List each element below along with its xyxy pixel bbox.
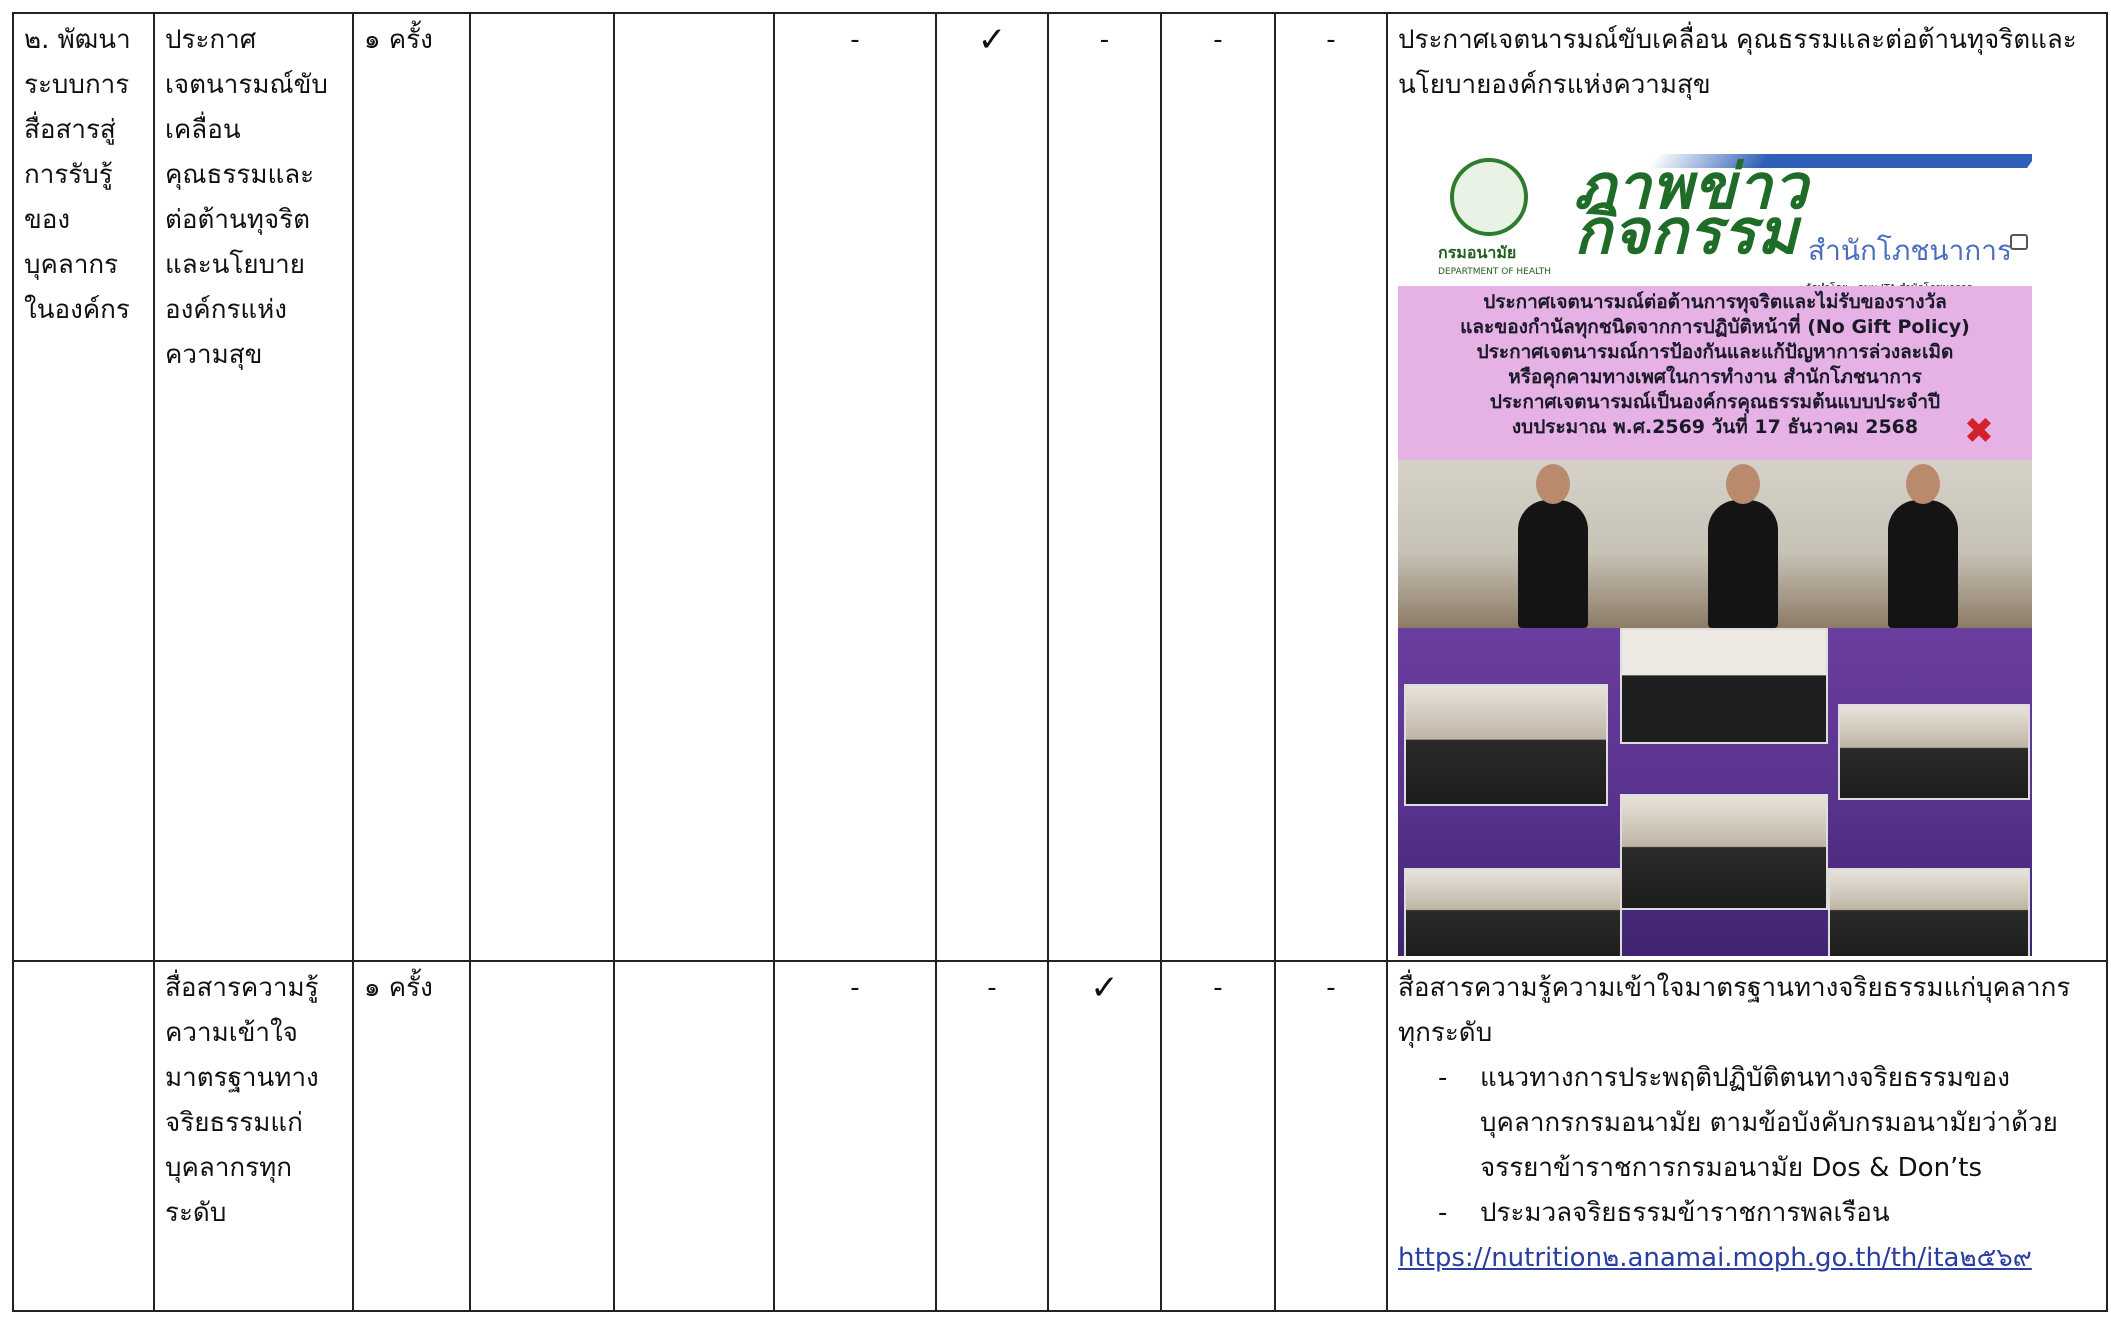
quarter-mark-5: - bbox=[1274, 960, 1388, 1312]
list-item: ประมวลจริยธรรมข้าราชการพลเรือน bbox=[1438, 1191, 2096, 1236]
ita-link[interactable]: https://nutrition๒.anamai.moph.go.th/th/… bbox=[1398, 1243, 2032, 1273]
document-page: ๒. พัฒนาระบบการสื่อสารสู่การรับรู้ของบุค… bbox=[0, 0, 2111, 1321]
collage-photo bbox=[1828, 868, 2030, 956]
detail-bullet-list: แนวทางการประพฤติปฏิบัติตนทางจริยธรรมของบ… bbox=[1398, 1056, 2096, 1236]
person-figure bbox=[1888, 464, 1958, 628]
detail-cell: ประกาศเจตนารมณ์ขับเคลื่อน คุณธรรมและต่อต… bbox=[1386, 12, 2108, 962]
banner-line: และของกำนัลทุกชนิดจากการปฏิบัติหน้าที่ (… bbox=[1460, 316, 1970, 338]
collage-photo bbox=[1620, 628, 1828, 744]
quarter-mark-2: - bbox=[935, 960, 1049, 1312]
banner-line: หรือคุกคามทางเพศในการทำงาน สำนักโภชนาการ bbox=[1508, 366, 1922, 388]
quarter-mark-1: - bbox=[773, 960, 937, 1312]
blank-cell bbox=[469, 12, 615, 962]
quarter-mark-4: - bbox=[1160, 960, 1276, 1312]
banner-line: ประกาศเจตนารมณ์ต่อต้านการทุจริตและไม่รับ… bbox=[1483, 291, 1947, 313]
collage-photo bbox=[1620, 794, 1828, 910]
collage-photo bbox=[1838, 704, 2030, 800]
detail-text: ประกาศเจตนารมณ์ขับเคลื่อน คุณธรรมและต่อต… bbox=[1398, 25, 2077, 100]
quarter-mark-3: ✓ bbox=[1047, 960, 1162, 1312]
detail-text: สื่อสารความรู้ความเข้าใจมาตรฐานทางจริยธร… bbox=[1398, 973, 2071, 1048]
blank-cell bbox=[469, 960, 615, 1312]
table-row: ๒. พัฒนาระบบการสื่อสารสู่การรับรู้ของบุค… bbox=[12, 12, 2108, 962]
collage-photo bbox=[1404, 684, 1608, 806]
strategy-cell: ๒. พัฒนาระบบการสื่อสารสู่การรับรู้ของบุค… bbox=[12, 12, 155, 962]
quarter-mark-2: ✓ bbox=[935, 12, 1049, 962]
poster-header: กรมอนามัย DEPARTMENT OF HEALTH ภาพข่าวกิ… bbox=[1398, 146, 2032, 294]
blank-cell bbox=[613, 960, 775, 1312]
person-figure bbox=[1708, 464, 1778, 628]
quarter-mark-3: - bbox=[1047, 12, 1162, 962]
frequency-cell: ๑ ครั้ง bbox=[352, 12, 471, 962]
activity-poster-image: กรมอนามัย DEPARTMENT OF HEALTH ภาพข่าวกิ… bbox=[1398, 146, 2032, 956]
detail-cell: สื่อสารความรู้ความเข้าใจมาตรฐานทางจริยธร… bbox=[1386, 960, 2108, 1312]
list-item: แนวทางการประพฤติปฏิบัติตนทางจริยธรรมของบ… bbox=[1438, 1056, 2096, 1191]
banner-line: งบประมาณ พ.ศ.2569 วันที่ 17 ธันวาคม 2568 bbox=[1511, 416, 1919, 438]
strategy-cell bbox=[12, 960, 155, 1312]
banner-line: ประกาศเจตนารมณ์การป้องกันและแก้ปัญหาการล… bbox=[1476, 341, 1954, 363]
banner-line: ประกาศเจตนารมณ์เป็นองค์กรคุณธรรมต้นแบบปร… bbox=[1489, 391, 1941, 413]
plan-table: ๒. พัฒนาระบบการสื่อสารสู่การรับรู้ของบุค… bbox=[12, 12, 2108, 1312]
quarter-mark-4: - bbox=[1160, 12, 1276, 962]
poster-banner: ประกาศเจตนารมณ์ต่อต้านการทุจริตและไม่รับ… bbox=[1398, 286, 2032, 460]
table-row: สื่อสารความรู้ความเข้าใจมาตรฐานทางจริยธร… bbox=[12, 960, 2108, 1312]
activity-cell: ประกาศเจตนารมณ์ขับเคลื่อนคุณธรรมและต่อต้… bbox=[153, 12, 354, 962]
collage-photo bbox=[1404, 868, 1622, 956]
quarter-mark-5: - bbox=[1274, 12, 1388, 962]
camera-icon bbox=[2010, 234, 2028, 250]
department-of-health-logo-icon bbox=[1450, 158, 1528, 236]
blank-cell bbox=[613, 12, 775, 962]
person-figure bbox=[1518, 464, 1588, 628]
frequency-cell: ๑ ครั้ง bbox=[352, 960, 471, 1312]
photo-collage bbox=[1398, 628, 2032, 956]
quarter-mark-1: - bbox=[773, 12, 937, 962]
activity-cell: สื่อสารความรู้ความเข้าใจมาตรฐานทางจริยธร… bbox=[153, 960, 354, 1312]
group-photo bbox=[1398, 460, 2032, 628]
red-cross-icon: ✖ bbox=[1963, 411, 1994, 452]
